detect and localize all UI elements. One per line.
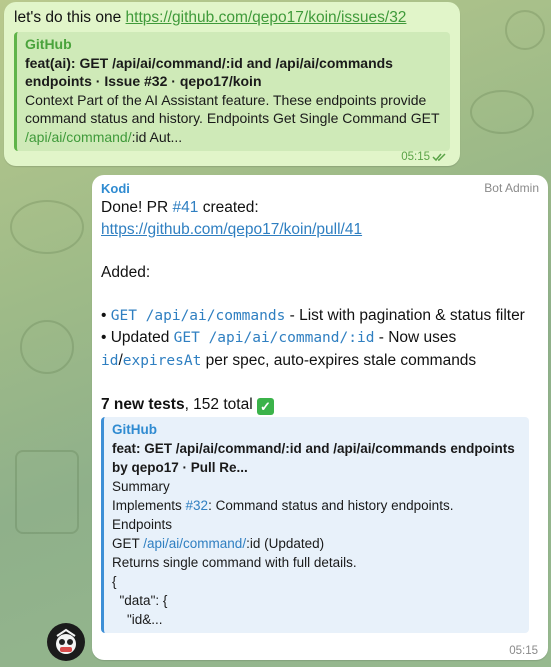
preview-line: "data": {: [112, 593, 168, 608]
issue-link[interactable]: https://github.com/qepo17/koin/issues/32: [126, 9, 407, 26]
sender-role-badge: Bot Admin: [484, 181, 539, 195]
pr-link[interactable]: https://github.com/qepo17/koin/pull/41: [101, 221, 362, 238]
preview-desc-link: /api/ai/command/: [25, 128, 132, 145]
inline-code[interactable]: GET /api/ai/command/:id: [174, 330, 375, 346]
preview-text: :id (Updated): [246, 536, 325, 551]
background-doodle: [15, 450, 79, 534]
preview-title: feat: GET /api/ai/command/:id and /api/a…: [112, 441, 515, 475]
inline-code[interactable]: GET /api/ai/commands: [111, 308, 286, 324]
preview-line: Endpoints: [112, 517, 173, 532]
preview-line: {: [112, 574, 117, 589]
pr-created-text: Done! PR: [101, 199, 173, 216]
preview-line: Implements #32: Command status and histo…: [112, 496, 523, 515]
bot-avatar-icon: [56, 628, 76, 654]
bullet-text: - List with pagination & status filter: [285, 306, 525, 324]
preview-source: GitHub: [112, 422, 157, 437]
bullet-item: • Updated GET /api/ai/command/:id - Now …: [101, 327, 539, 372]
outgoing-text-prefix: let's do this one: [14, 9, 126, 26]
bullet-text: • Updated: [101, 329, 174, 346]
bullet-text: - Now uses: [374, 329, 457, 346]
avatar[interactable]: [47, 623, 85, 661]
inline-code[interactable]: expiresAt: [123, 353, 202, 369]
tests-summary: 7 new tests, 152 total ✓: [101, 394, 539, 416]
preview-text: Implements: [112, 498, 186, 513]
pr-created-line: Done! PR #41 created:: [101, 197, 539, 219]
added-label: Added:: [101, 263, 151, 281]
bullet-text: per spec, auto-expires stale commands: [201, 351, 477, 369]
tests-total: , 152 total: [184, 395, 257, 413]
outgoing-text: let's do this one https://github.com/qep…: [14, 8, 450, 28]
bullet-item: • GET /api/ai/commands - List with pagin…: [101, 305, 539, 328]
double-check-icon: [432, 153, 446, 162]
inline-code[interactable]: id: [101, 353, 118, 369]
pr-created-suffix: created:: [198, 199, 259, 216]
preview-text: GET: [112, 536, 144, 551]
preview-desc-text: Context Part of the AI Assistant feature…: [25, 91, 440, 127]
preview-line: GET /api/ai/command/:id (Updated): [112, 534, 523, 553]
incoming-timestamp: 05:15: [509, 645, 538, 657]
check-mark-icon: ✓: [256, 397, 274, 415]
background-doodle: [20, 320, 74, 374]
sender-name[interactable]: Kodi: [101, 181, 130, 196]
incoming-message[interactable]: Kodi Bot Admin Done! PR #41 created: htt…: [92, 175, 548, 660]
preview-source: GitHub: [25, 36, 72, 52]
outgoing-message[interactable]: let's do this one https://github.com/qep…: [4, 2, 460, 166]
preview-line: Returns single command with full details…: [112, 555, 357, 570]
background-doodle: [470, 90, 534, 134]
tests-count: 7 new tests: [101, 395, 185, 413]
message-body: Done! PR #41 created: https://github.com…: [101, 197, 539, 415]
pr-number-link[interactable]: #41: [173, 199, 199, 216]
preview-line: Summary: [112, 479, 170, 494]
preview-description: Context Part of the AI Assistant feature…: [25, 91, 444, 147]
outgoing-meta: 05:15: [401, 151, 448, 163]
bullet-dot: •: [101, 306, 111, 324]
preview-endpoint-link: /api/ai/command/: [143, 536, 247, 551]
preview-title: feat(ai): GET /api/ai/command/:id and /a…: [25, 54, 393, 90]
preview-text: : Command status and history endpoints.: [208, 498, 454, 513]
link-preview-issue[interactable]: GitHub feat(ai): GET /api/ai/command/:id…: [14, 32, 450, 151]
preview-desc-text-end: :id Aut...: [131, 128, 183, 145]
preview-issue-link: #32: [185, 498, 209, 513]
preview-line: "id&...: [112, 612, 163, 627]
link-preview-pr[interactable]: GitHub feat: GET /api/ai/command/:id and…: [101, 417, 529, 633]
background-doodle: [10, 200, 84, 254]
message-header: Kodi Bot Admin: [101, 179, 539, 197]
background-doodle: [505, 10, 545, 50]
outgoing-timestamp: 05:15: [401, 151, 430, 163]
